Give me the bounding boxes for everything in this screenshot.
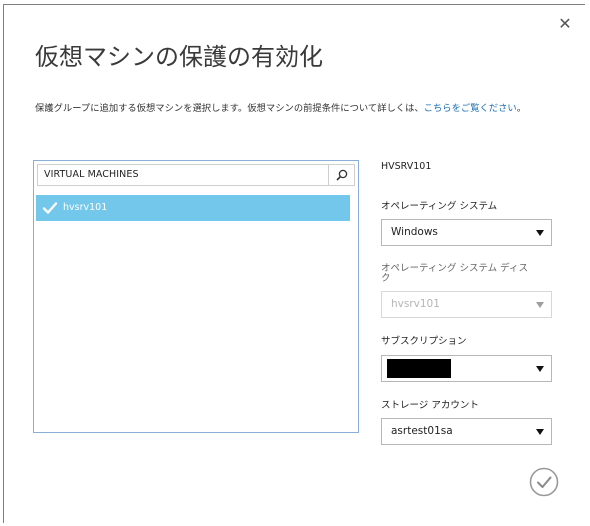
redacted-subscription: [387, 359, 451, 378]
checkmark-icon: [42, 202, 58, 214]
os-select-value: Windows: [391, 226, 438, 238]
os-disk-label: オペレーティング システム ディスク: [381, 263, 529, 284]
search-icon: [336, 169, 348, 181]
vm-heading: HVSRV101: [381, 161, 432, 172]
search-button[interactable]: [328, 165, 354, 185]
os-label: オペレーティング システム: [381, 201, 498, 212]
chevron-down-icon: [536, 366, 544, 372]
os-select[interactable]: Windows: [381, 219, 552, 246]
description-end: 。: [516, 103, 526, 114]
os-disk-select-value: hvsrv101: [391, 298, 440, 310]
vm-search-label: VIRTUAL MACHINES: [44, 169, 139, 180]
close-icon[interactable]: ✕: [558, 15, 572, 33]
os-disk-select: hvsrv101: [381, 291, 552, 318]
checkmark-circle-icon[interactable]: [529, 467, 559, 497]
description: 保護グループに追加する仮想マシンを選択します。仮想マシンの前提条件について詳しく…: [35, 102, 526, 116]
vm-search-box[interactable]: VIRTUAL MACHINES: [37, 164, 355, 186]
page-title: 仮想マシンの保護の有効化: [35, 43, 323, 71]
storage-label: ストレージ アカウント: [381, 400, 479, 411]
subscription-select[interactable]: [381, 355, 552, 382]
chevron-down-icon: [536, 230, 544, 236]
description-text: 保護グループに追加する仮想マシンを選択します。仮想マシンの前提条件について詳しく…: [35, 103, 424, 114]
vm-item-name: hvsrv101: [63, 202, 108, 213]
chevron-down-icon: [536, 302, 544, 308]
subscription-label: サブスクリプション: [381, 336, 467, 347]
chevron-down-icon: [536, 429, 544, 435]
vm-list-item[interactable]: hvsrv101: [36, 195, 350, 221]
storage-select[interactable]: asrtest01sa: [381, 418, 552, 445]
vm-list-panel: VIRTUAL MACHINES hvsrv101: [33, 160, 359, 433]
prerequisites-link[interactable]: こちらをご覧ください: [424, 103, 517, 114]
storage-select-value: asrtest01sa: [391, 425, 453, 437]
